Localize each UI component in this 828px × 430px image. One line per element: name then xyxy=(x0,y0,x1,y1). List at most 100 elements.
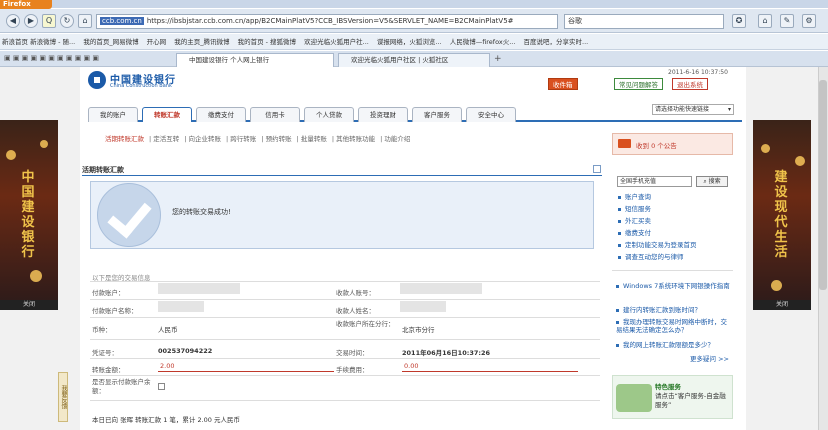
print-icon[interactable] xyxy=(593,165,601,173)
bullet-icon xyxy=(618,207,621,211)
faq-button[interactable]: 常见问题解答 xyxy=(614,78,663,90)
back-icon[interactable]: ◀ xyxy=(6,14,20,28)
logout-button[interactable]: 退出系统 xyxy=(672,78,708,90)
faq-text: 我现办理转账交易时网络中断时，交易结果无法确定怎么办？ xyxy=(616,318,727,334)
link-label: 外汇买卖 xyxy=(625,217,651,225)
subnav-scheduled[interactable]: 预约转账 xyxy=(266,135,292,143)
quick-nav-value: 请选择功能快速链接 xyxy=(655,106,710,113)
subnav-intro[interactable]: 功能介绍 xyxy=(384,135,410,143)
right-banner-text: 建设现代生活 xyxy=(774,170,788,260)
faq-transfer-limit[interactable]: 我的网上转账汇款限额是多少？ xyxy=(616,341,730,349)
bullet-icon xyxy=(618,195,621,199)
bookmark-item[interactable]: 百度说吧，分享实时... xyxy=(524,38,589,46)
subnav-batch[interactable]: 批量转账 xyxy=(301,135,327,143)
link-forex[interactable]: 外汇买卖 xyxy=(618,215,651,225)
trade-time-value: 2011年06月16日10:37:26 xyxy=(402,349,491,357)
tab-firefox-community[interactable]: 欢迎光临火狐用户社区 | 火狐社区 xyxy=(338,53,490,67)
left-ad-banner[interactable]: 中国建设银行 关闭 xyxy=(0,120,58,310)
quick-nav-select[interactable]: 请选择功能快速链接 ▾ xyxy=(652,104,734,115)
payee-branch-label: 收款账户所在分行： xyxy=(336,320,395,328)
link-account-query[interactable]: 账户查询 xyxy=(618,191,651,201)
bookmark-item[interactable]: 我的首页 - 搜狐微博 xyxy=(238,38,296,46)
amount-label: 转账金额： xyxy=(92,366,125,374)
app-tabs-icons[interactable]: ▣ ▣ ▣ ▣ ▣ ▣ ▣ ▣ ▣ ▣ ▣ xyxy=(4,54,99,62)
faq-network-interrupt[interactable]: 我现办理转账交易时网络中断时，交易结果无法确定怎么办？ xyxy=(616,318,730,334)
bookmark-item[interactable]: 欢迎光临火狐用户社... xyxy=(304,38,369,46)
forward-icon[interactable]: ▶ xyxy=(24,14,38,28)
link-label: 定制功能交易为登录首页 xyxy=(625,241,697,249)
tab-credit-card[interactable]: 信用卡 xyxy=(250,107,300,122)
payee-account-value xyxy=(400,283,482,294)
bullet-icon xyxy=(618,219,621,223)
bookmark-item[interactable]: 人民微博—firefox火... xyxy=(450,38,516,46)
bullet-icon xyxy=(618,255,621,259)
tab-transfer[interactable]: 转账汇款 xyxy=(142,107,192,122)
service-title: 特色服务 xyxy=(655,383,681,391)
left-banner-close[interactable]: 关闭 xyxy=(0,300,58,310)
tab-security[interactable]: 安全中心 xyxy=(466,107,516,122)
tab-loan[interactable]: 个人贷款 xyxy=(304,107,354,122)
mailbox-button[interactable]: 收件箱 xyxy=(548,78,578,90)
bullet-icon xyxy=(616,308,619,312)
notice-text[interactable]: 收到 0 个公告 xyxy=(636,140,677,150)
service-search-input[interactable]: 全国手机充值 xyxy=(617,176,692,187)
new-tab-icon[interactable]: + xyxy=(494,54,502,64)
search-engine-icon[interactable]: Q xyxy=(42,14,56,28)
payer-account-label: 付款账户： xyxy=(92,289,125,297)
tab-ccb[interactable]: 中国建设银行 个人网上银行 xyxy=(176,53,334,67)
tab-investment[interactable]: 投资理财 xyxy=(358,107,408,122)
bullet-icon xyxy=(618,243,621,247)
row-divider xyxy=(90,339,600,340)
more-faq-link[interactable]: 更多疑问 >> xyxy=(690,353,729,363)
link-set-homepage[interactable]: 定制功能交易为登录首页 xyxy=(618,239,697,249)
bookmark-item[interactable]: 我的主页_腾讯微博 xyxy=(174,38,229,46)
tab-service[interactable]: 客户服务 xyxy=(412,107,462,122)
firefox-menu-button[interactable]: Firefox xyxy=(0,0,52,9)
tools-icon[interactable]: ✎ xyxy=(780,14,794,28)
bookmark-item[interactable]: 新浪首页 新浪微博 - 随... xyxy=(2,38,75,46)
firework-shape xyxy=(6,150,16,160)
row-divider xyxy=(90,375,600,376)
show-balance-checkbox[interactable] xyxy=(158,383,165,390)
window-titlebar xyxy=(0,0,828,8)
home-button-icon[interactable]: ⌂ xyxy=(758,14,772,28)
tab-payment[interactable]: 缴费支付 xyxy=(196,107,246,122)
link-payment[interactable]: 缴费支付 xyxy=(618,227,651,237)
service-illustration xyxy=(616,384,652,412)
reload-icon[interactable]: ↻ xyxy=(60,14,74,28)
bullet-icon xyxy=(616,343,619,347)
tab-my-account[interactable]: 我的账户 xyxy=(88,107,138,122)
subnav-fixed-current[interactable]: 定活互转 xyxy=(153,135,179,143)
search-input[interactable]: 谷歌 xyxy=(564,14,724,29)
bullet-icon xyxy=(616,320,619,324)
bookmark-item[interactable]: 开心网 xyxy=(147,38,167,46)
link-survey[interactable]: 调查互动您的与律师 xyxy=(618,251,684,261)
service-search-button[interactable]: ⌕ 搜索 xyxy=(696,176,728,187)
faq-text: 建行内转账汇款到账时间？ xyxy=(623,306,701,314)
right-divider xyxy=(612,270,733,271)
navigation-toolbar: ◀ ▶ Q ↻ ⌂ ccb.com.cn https://ibsbjstar.cc… xyxy=(0,9,828,33)
faq-arrival-time[interactable]: 建行内转账汇款到账时间？ xyxy=(616,306,730,314)
show-balance-label: 是否显示付款账户余额： xyxy=(92,378,151,395)
bookmark-item[interactable]: 我的首页_网易微博 xyxy=(83,38,138,46)
payer-name-value xyxy=(158,301,204,312)
subnav-current-transfer[interactable]: 活期转账汇款 xyxy=(105,135,144,143)
right-banner-close[interactable]: 关闭 xyxy=(753,300,811,310)
feedback-tab[interactable]: 我要反馈 xyxy=(58,372,68,422)
addon-icon[interactable]: ✪ xyxy=(732,14,746,28)
payee-name-label: 收款人姓名： xyxy=(336,307,375,315)
subnav-interbank[interactable]: 跨行转账 xyxy=(230,135,256,143)
right-ad-banner[interactable]: 建设现代生活 关闭 xyxy=(753,120,811,310)
subnav-other[interactable]: 其他转账功能 xyxy=(336,135,375,143)
scrollbar-thumb[interactable] xyxy=(819,80,827,290)
service-text[interactable]: 请点击“客户服务-自金融服务” xyxy=(655,392,729,410)
address-bar[interactable]: ccb.com.cn https://ibsbjstar.ccb.com.cn/a… xyxy=(96,14,558,29)
bookmark-item[interactable]: 谍报网络，火狐浏览... xyxy=(377,38,442,46)
settings-icon[interactable]: ⚙ xyxy=(802,14,816,28)
home-icon[interactable]: ⌂ xyxy=(78,14,92,28)
link-sms[interactable]: 短信服务 xyxy=(618,203,651,213)
success-panel xyxy=(90,181,594,249)
subnav-to-enterprise[interactable]: 向企业转账 xyxy=(189,135,222,143)
site-identity[interactable]: ccb.com.cn xyxy=(100,17,144,25)
faq-win7[interactable]: Windows 7系统环境下网银操作指南 xyxy=(616,282,730,290)
